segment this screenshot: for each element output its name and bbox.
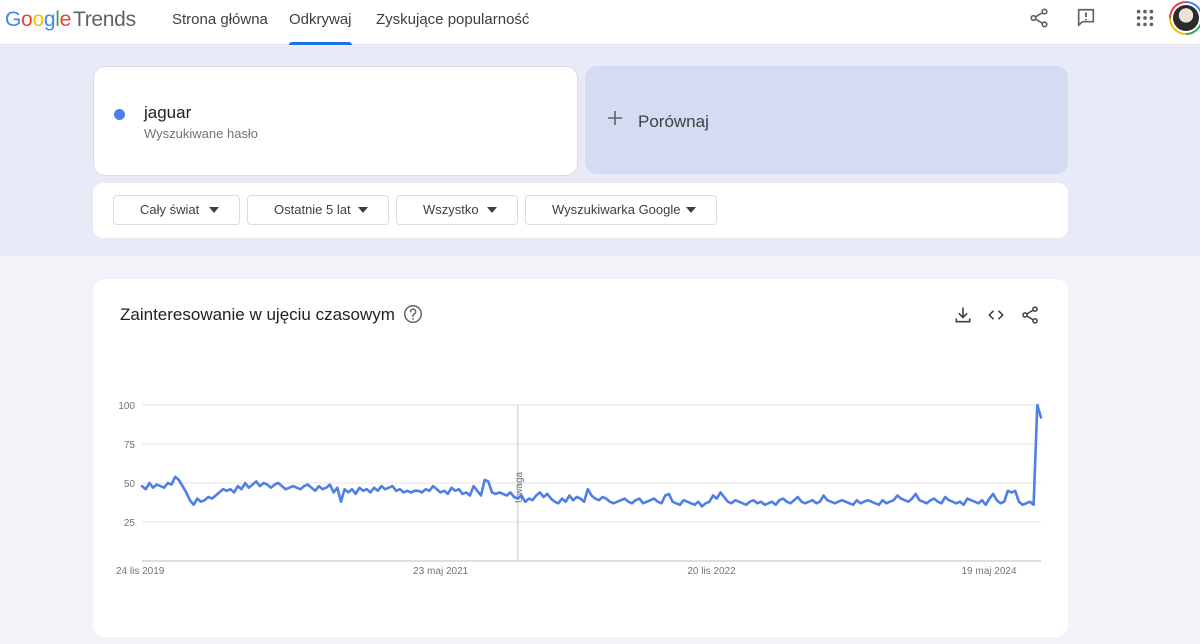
- y-tick-label: 100: [118, 401, 135, 412]
- dropdown-caret-icon: [209, 207, 219, 213]
- search-term-card[interactable]: jaguar Wyszukiwane hasło: [93, 66, 578, 176]
- y-tick-label: 50: [124, 479, 136, 490]
- help-icon[interactable]: [402, 303, 424, 325]
- y-tick-label: 75: [124, 440, 136, 451]
- y-tick-label: 25: [124, 518, 136, 529]
- search-type-dropdown[interactable]: Wyszukiwarka Google: [525, 195, 717, 225]
- top-bar: GoogleTrends Strona główna Odkrywaj Zysk…: [0, 0, 1200, 45]
- region-value: Cały świat: [140, 202, 200, 217]
- filters-bar: Cały świat Ostatnie 5 lat Wszystko Wyszu…: [93, 183, 1068, 238]
- logo-trends-text: Trends: [72, 8, 136, 31]
- dropdown-caret-icon: [686, 207, 696, 213]
- logo-google-text: Google: [5, 8, 71, 31]
- category-dropdown[interactable]: Wszystko: [396, 195, 518, 225]
- tab-home[interactable]: Strona główna: [172, 0, 268, 45]
- interest-over-time-chart: 100755025Uwaga24 lis 2019 23 maj 2021 20 l…: [116, 401, 1043, 577]
- x-tick-label: 24 lis 2019: [116, 566, 165, 577]
- tab-explore[interactable]: Odkrywaj: [289, 0, 352, 45]
- interest-over-time-card: 100 75 50 25 Uwaga 24 lis 2019 23 maj 2021 20 l…: [93, 279, 1068, 637]
- search-term-type: Wyszukiwane hasło: [144, 126, 259, 141]
- category-value: Wszystko: [423, 202, 479, 217]
- period-value: Ostatnie 5 lat: [274, 202, 351, 217]
- plus-icon: [608, 111, 622, 125]
- dropdown-caret-icon: [487, 207, 497, 213]
- period-dropdown[interactable]: Ostatnie 5 lat: [247, 195, 389, 225]
- tab-trending[interactable]: Zyskujące popularność: [376, 0, 529, 45]
- dropdown-caret-icon: [358, 207, 368, 213]
- google-trends-logo[interactable]: GoogleTrends: [5, 8, 136, 32]
- region-dropdown[interactable]: Cały świat: [113, 195, 240, 225]
- search-term[interactable]: jaguar: [144, 103, 191, 123]
- avatar-image: [1173, 5, 1199, 31]
- download-icon[interactable]: [953, 305, 973, 325]
- share-icon[interactable]: [1028, 7, 1050, 29]
- embed-icon[interactable]: [986, 305, 1006, 325]
- chart-title: Zainteresowanie w ujęciu czasowym: [120, 305, 395, 324]
- feedback-icon[interactable]: [1075, 7, 1097, 29]
- x-tick-label: 19 maj 2024: [961, 566, 1016, 577]
- x-tick-label: 20 lis 2022: [687, 566, 736, 577]
- compare-button[interactable]: Porównaj: [585, 66, 1068, 174]
- apps-grid-icon[interactable]: [1134, 7, 1156, 29]
- search-type-value: Wyszukiwarka Google: [552, 202, 681, 217]
- compare-label: Porównaj: [638, 112, 709, 131]
- chart-share-icon[interactable]: [1020, 305, 1040, 325]
- account-avatar[interactable]: [1169, 1, 1200, 35]
- series-line-jaguar: [140, 403, 1043, 508]
- x-tick-label: 23 maj 2021: [413, 566, 468, 577]
- series-color-dot: [114, 109, 125, 120]
